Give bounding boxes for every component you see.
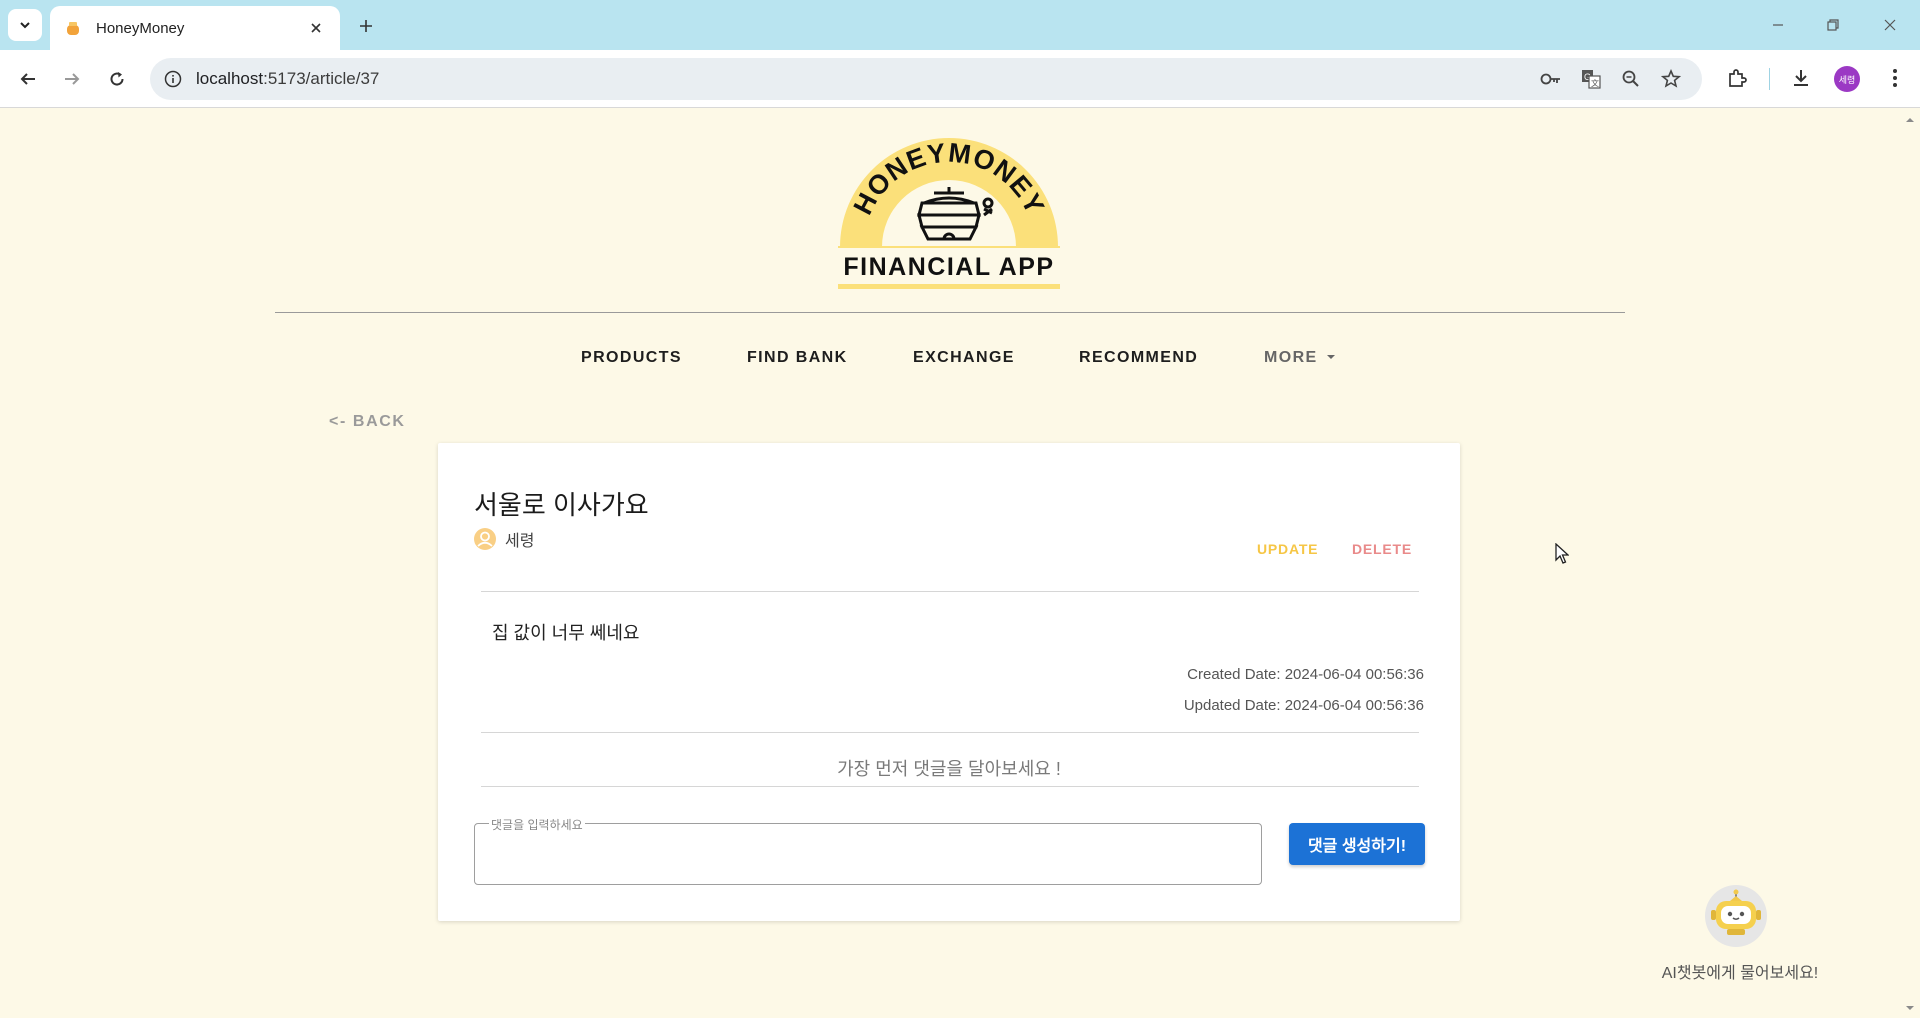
main-nav: PRODUCTS FIND BANK EXCHANGE RECOMMEND MO… <box>0 349 1900 379</box>
toolbar-separator <box>1769 68 1770 90</box>
user-avatar-icon <box>474 528 496 550</box>
vertical-scrollbar[interactable] <box>1900 109 1920 1018</box>
nav-products[interactable]: PRODUCTS <box>581 349 682 367</box>
chevron-down-icon <box>20 22 30 29</box>
article-card: 서울로 이사가요 세령 UPDATE DELETE 집 값이 너무 쎄네요 Cr… <box>438 443 1460 921</box>
browser-tab[interactable]: HoneyMoney <box>50 6 340 50</box>
nav-more[interactable]: MORE <box>1264 349 1318 367</box>
forward-arrow-icon[interactable] <box>55 62 89 96</box>
honeymoney-logo[interactable]: HONEYMONEY FINANCIAL APP <box>838 137 1060 297</box>
restore-icon[interactable] <box>1815 10 1851 40</box>
delete-button[interactable]: DELETE <box>1352 541 1412 557</box>
updated-date: Updated Date: 2024-06-04 00:56:36 <box>1183 697 1424 714</box>
no-comments-message: 가장 먼저 댓글을 달아보세요 ! <box>837 759 1061 779</box>
author-name: 세령 <box>505 533 535 550</box>
url-text[interactable]: localhost:5173/article/37 <box>196 69 379 89</box>
mouse-cursor-icon <box>1555 543 1569 564</box>
svg-text:文: 文 <box>1591 78 1599 88</box>
divider <box>481 732 1419 733</box>
browser-toolbar: localhost:5173/article/37 G文 <box>0 50 1920 108</box>
zoom-icon[interactable] <box>1618 67 1644 91</box>
article-author: 세령 <box>474 527 534 551</box>
update-button[interactable]: UPDATE <box>1257 541 1318 557</box>
comment-input[interactable]: 댓글을 입력하세요 <box>474 816 1262 885</box>
translate-icon[interactable]: G文 <box>1578 67 1604 91</box>
nav-find-bank[interactable]: FIND BANK <box>747 349 848 367</box>
created-date: Created Date: 2024-06-04 00:56:36 <box>1187 666 1424 683</box>
url-path: :5173/article/37 <box>263 69 380 88</box>
scroll-down-arrow-icon[interactable] <box>1905 1003 1915 1013</box>
kebab-menu-icon[interactable] <box>1880 63 1910 93</box>
tab-close-icon[interactable] <box>306 18 326 38</box>
chatbot-robot-icon[interactable] <box>1703 883 1769 949</box>
back-link[interactable]: <- BACK <box>329 413 406 431</box>
page-viewport: HONEYMONEY FINANCIAL APP PRODUCTS FIND B… <box>0 109 1900 1018</box>
close-window-icon[interactable] <box>1872 10 1908 40</box>
create-comment-button[interactable]: 댓글 생성하기! <box>1289 823 1425 865</box>
site-info-icon[interactable] <box>160 66 186 92</box>
minimize-icon[interactable] <box>1760 10 1796 40</box>
chatbot-label[interactable]: AI챗봇에게 물어보세요! <box>1640 959 1840 983</box>
tab-search-button[interactable] <box>8 9 42 41</box>
header-divider <box>275 312 1625 313</box>
extensions-icon[interactable] <box>1722 63 1752 93</box>
caret-down-icon[interactable] <box>1327 355 1335 359</box>
honey-pot-favicon-icon <box>67 22 79 35</box>
scroll-up-arrow-icon[interactable] <box>1905 115 1915 125</box>
divider <box>481 786 1419 787</box>
logo-subtitle: FINANCIAL APP <box>843 253 1054 281</box>
browser-tabbar: HoneyMoney <box>0 0 1920 50</box>
password-key-icon[interactable] <box>1538 67 1564 91</box>
profile-avatar[interactable]: 세령 <box>1834 66 1860 92</box>
back-arrow-icon[interactable] <box>11 62 45 96</box>
url-host: localhost <box>196 69 264 88</box>
address-bar[interactable]: localhost:5173/article/37 G文 <box>150 58 1702 100</box>
nav-exchange[interactable]: EXCHANGE <box>913 349 1015 367</box>
article-title: 서울로 이사가요 <box>474 490 649 520</box>
nav-recommend[interactable]: RECOMMEND <box>1079 349 1198 367</box>
new-tab-plus-icon[interactable] <box>352 12 380 40</box>
reload-icon[interactable] <box>100 62 134 96</box>
bookmark-star-icon[interactable] <box>1658 67 1684 91</box>
download-icon[interactable] <box>1786 63 1816 93</box>
divider <box>481 591 1419 592</box>
tab-title: HoneyMoney <box>96 19 185 37</box>
comment-input-label: 댓글을 입력하세요 <box>489 816 585 833</box>
article-content: 집 값이 너무 쎄네요 <box>492 623 640 643</box>
